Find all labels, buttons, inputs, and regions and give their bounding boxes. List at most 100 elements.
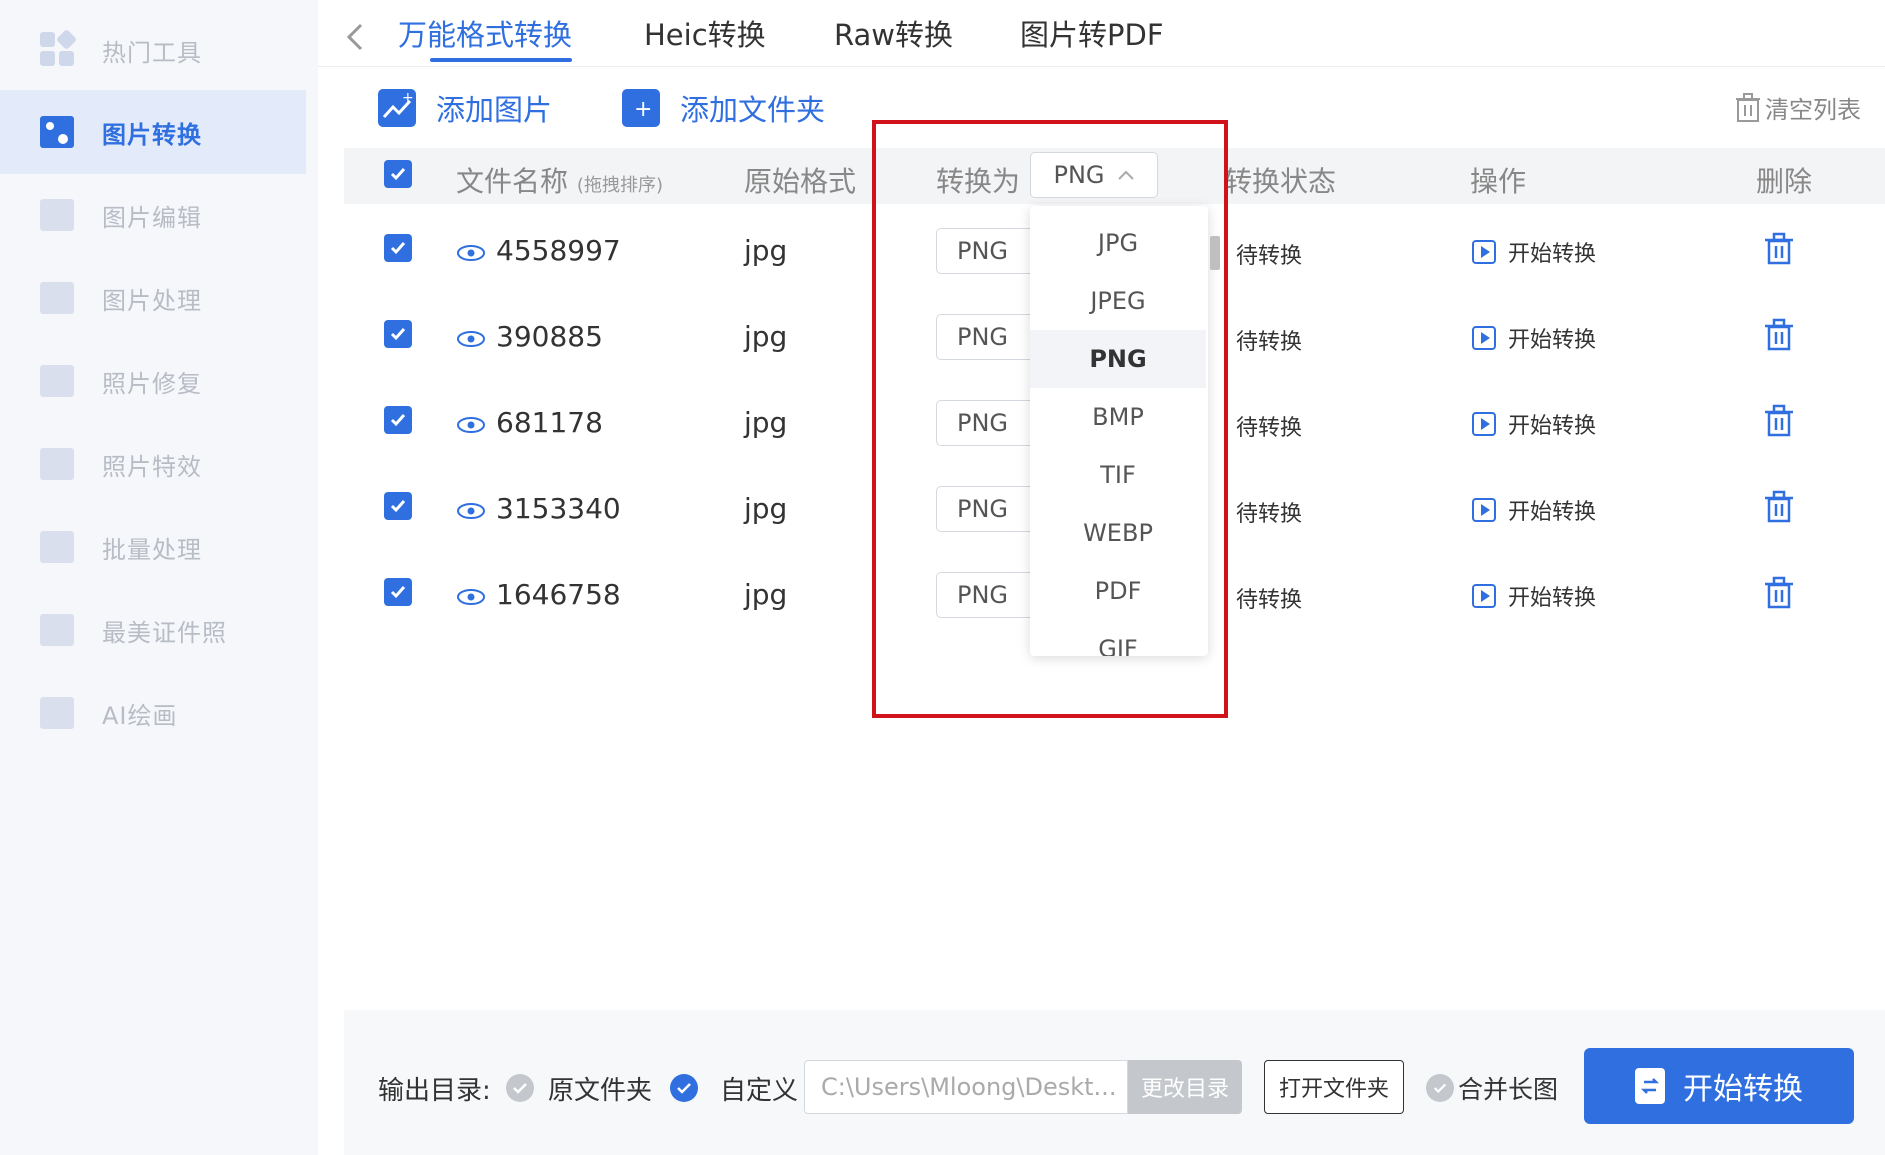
row-checkbox[interactable]	[384, 578, 412, 606]
sidebar-item-id-photo[interactable]: 最美证件照	[0, 588, 306, 672]
row-start-button[interactable]: 开始转换	[1472, 322, 1596, 354]
tab-image-to-pdf[interactable]: 图片转PDF	[1020, 8, 1164, 58]
start-convert-label: 开始转换	[1683, 1072, 1803, 1107]
sidebar-item-image-edit[interactable]: 图片编辑	[0, 173, 306, 257]
check-icon	[513, 1083, 527, 1094]
header-original-format: 原始格式	[744, 165, 857, 198]
preview-eye-icon[interactable]	[456, 244, 486, 262]
row-start-label: 开始转换	[1508, 328, 1597, 353]
back-arrow-icon[interactable]	[340, 20, 370, 54]
sidebar-item-hot-tools[interactable]: 热门工具	[0, 8, 306, 92]
ai-paint-icon	[40, 695, 76, 731]
sidebar-item-photo-effect[interactable]: 照片特效	[0, 422, 306, 506]
merge-long-image-toggle[interactable]: 合并长图	[1426, 1070, 1558, 1106]
radio-custom-label: 自定义	[720, 1076, 799, 1106]
photo-repair-icon	[40, 363, 76, 399]
row-start-button[interactable]: 开始转换	[1472, 580, 1596, 612]
add-folder-icon: +	[622, 89, 660, 127]
header-action: 操作	[1470, 165, 1527, 198]
row-status: 待转换	[1236, 502, 1303, 527]
row-checkbox[interactable]	[384, 406, 412, 434]
header-status: 转换状态	[1224, 165, 1337, 198]
sidebar-item-label: 照片修复	[102, 369, 202, 398]
sidebar-item-label: 批量处理	[102, 535, 202, 564]
delete-row-icon[interactable]	[1762, 232, 1796, 266]
output-path-value: C:\Users\Mloong\Deskt...	[821, 1073, 1117, 1101]
select-all-checkbox[interactable]	[384, 160, 412, 188]
sidebar-item-label: 热门工具	[102, 38, 202, 67]
sidebar-item-photo-repair[interactable]: 照片修复	[0, 339, 306, 423]
row-filename: 1646758	[496, 578, 621, 611]
delete-row-icon[interactable]	[1762, 490, 1796, 524]
image-edit-icon	[40, 197, 76, 233]
row-checkbox[interactable]	[384, 234, 412, 262]
add-image-icon: +	[378, 89, 416, 127]
add-image-button[interactable]: + 添加图片	[378, 86, 552, 130]
row-start-button[interactable]: 开始转换	[1472, 494, 1596, 526]
convert-doc-icon	[1635, 1068, 1665, 1104]
row-start-label: 开始转换	[1508, 586, 1597, 611]
sidebar-item-label: 图片转换	[102, 120, 202, 149]
batch-icon	[40, 529, 76, 565]
header-filename-text: 文件名称	[456, 165, 569, 198]
sidebar-item-label: 照片特效	[102, 452, 202, 481]
tab-heic[interactable]: Heic转换	[644, 8, 766, 58]
photo-effect-icon	[40, 446, 76, 482]
check-icon	[677, 1083, 691, 1094]
delete-row-icon[interactable]	[1762, 576, 1796, 610]
sidebar-item-image-convert[interactable]: 图片转换	[0, 90, 306, 174]
row-format: jpg	[744, 578, 788, 611]
check-icon	[1426, 1074, 1454, 1102]
sidebar-item-ai-paint[interactable]: AI绘画	[0, 671, 306, 755]
change-dir-button[interactable]: 更改目录	[1128, 1060, 1242, 1114]
tab-raw[interactable]: Raw转换	[834, 8, 953, 58]
preview-eye-icon[interactable]	[456, 502, 486, 520]
add-folder-button[interactable]: + 添加文件夹	[622, 86, 825, 130]
output-path-field[interactable]: C:\Users\Mloong\Deskt...	[804, 1060, 1128, 1114]
row-checkbox[interactable]	[384, 492, 412, 520]
row-checkbox[interactable]	[384, 320, 412, 348]
start-convert-button[interactable]: 开始转换	[1584, 1048, 1854, 1124]
row-start-label: 开始转换	[1508, 414, 1597, 439]
row-status: 待转换	[1236, 330, 1303, 355]
sidebar: 热门工具 图片转换 图片编辑 图片处理 照片修复 照片特效 批量处理 最美证件照…	[0, 0, 318, 1155]
row-start-button[interactable]: 开始转换	[1472, 408, 1596, 440]
delete-row-icon[interactable]	[1762, 404, 1796, 438]
row-format: jpg	[744, 406, 788, 439]
row-filename: 3153340	[496, 492, 621, 525]
sidebar-item-label: AI绘画	[102, 701, 178, 730]
sidebar-item-image-process[interactable]: 图片处理	[0, 256, 306, 340]
preview-eye-icon[interactable]	[456, 330, 486, 348]
sidebar-item-label: 最美证件照	[102, 618, 227, 647]
id-photo-icon	[40, 612, 76, 648]
radio-original-folder-label: 原文件夹	[548, 1076, 653, 1106]
radio-custom[interactable]	[670, 1074, 698, 1102]
preview-eye-icon[interactable]	[456, 588, 486, 606]
radio-original-folder[interactable]	[506, 1074, 534, 1102]
image-convert-icon	[40, 114, 76, 150]
row-filename: 390885	[496, 320, 603, 353]
highlight-box	[872, 120, 1228, 718]
play-icon	[1472, 326, 1496, 350]
sidebar-item-label: 图片编辑	[102, 203, 202, 232]
sidebar-item-batch[interactable]: 批量处理	[0, 505, 306, 589]
image-process-icon	[40, 280, 76, 316]
row-status: 待转换	[1236, 244, 1303, 269]
output-dir-label: 输出目录:	[378, 1076, 491, 1106]
preview-eye-icon[interactable]	[456, 416, 486, 434]
row-format: jpg	[744, 320, 788, 353]
tab-universal-format[interactable]: 万能格式转换	[398, 8, 572, 58]
row-filename: 681178	[496, 406, 603, 439]
header-filename-hint: (拖拽排序)	[576, 175, 663, 196]
add-image-label: 添加图片	[436, 93, 553, 127]
row-status: 待转换	[1236, 588, 1303, 613]
open-folder-button[interactable]: 打开文件夹	[1264, 1060, 1404, 1114]
play-icon	[1472, 412, 1496, 436]
active-tab-indicator	[430, 58, 572, 62]
header-delete: 删除	[1756, 165, 1813, 198]
delete-row-icon[interactable]	[1762, 318, 1796, 352]
header-filename[interactable]: 文件名称 (拖拽排序)	[456, 160, 663, 200]
row-start-button[interactable]: 开始转换	[1472, 236, 1596, 268]
row-status: 待转换	[1236, 416, 1303, 441]
clear-list-button[interactable]: 清空列表	[1735, 90, 1861, 125]
